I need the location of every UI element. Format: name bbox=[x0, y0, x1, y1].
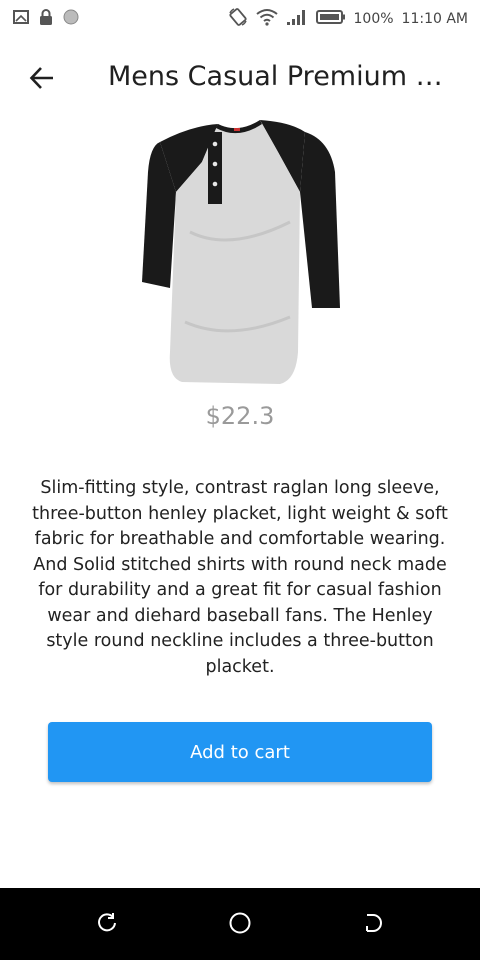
circle-icon bbox=[62, 8, 80, 30]
status-left bbox=[12, 8, 80, 30]
screenshot-icon bbox=[12, 8, 30, 30]
arrow-left-icon bbox=[28, 64, 56, 96]
status-right: 100% 11:10 AM bbox=[228, 7, 468, 31]
system-nav-bar bbox=[0, 888, 480, 960]
add-to-cart-button[interactable]: Add to cart bbox=[48, 722, 432, 782]
back-button[interactable] bbox=[22, 60, 62, 100]
status-time: 11:10 AM bbox=[401, 11, 468, 27]
home-button[interactable] bbox=[225, 910, 255, 940]
app-bar: Mens Casual Premium Slim Fit T-Shirts bbox=[0, 48, 480, 106]
product-description: Slim-fitting style, contrast raglan long… bbox=[32, 478, 448, 677]
henley-shirt-image bbox=[130, 112, 350, 392]
battery-percent: 100% bbox=[353, 11, 394, 27]
back-nav-button[interactable] bbox=[358, 910, 388, 940]
signal-icon bbox=[286, 8, 308, 30]
home-icon bbox=[228, 911, 252, 939]
page-title: Mens Casual Premium Slim Fit T-Shirts bbox=[108, 61, 458, 92]
status-bar: 100% 11:10 AM bbox=[0, 0, 480, 36]
battery-icon bbox=[315, 9, 346, 29]
rotate-icon bbox=[228, 7, 248, 31]
recents-icon bbox=[96, 912, 118, 938]
back-nav-icon bbox=[362, 912, 384, 938]
product-price: $22.3 bbox=[205, 402, 275, 430]
wifi-icon bbox=[255, 8, 278, 30]
lock-icon bbox=[38, 8, 54, 30]
recents-button[interactable] bbox=[92, 910, 122, 940]
screen: 100% 11:10 AM Mens Casual Premium Slim F… bbox=[0, 0, 480, 960]
